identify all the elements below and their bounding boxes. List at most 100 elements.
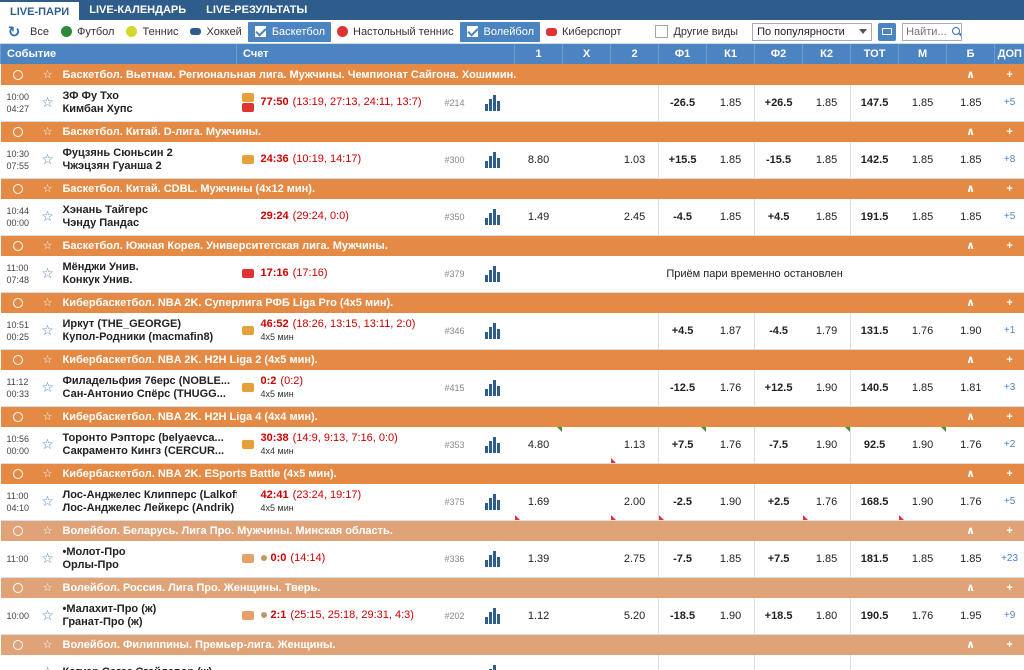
search-icon[interactable] — [951, 24, 961, 40]
add-icon[interactable]: + — [994, 463, 1024, 484]
league-name[interactable]: Кибербаскетбол. NBA 2K. Суперлига РФБ Li… — [60, 292, 947, 313]
odds-cell[interactable]: -18.5 — [658, 598, 707, 635]
add-icon[interactable]: + — [994, 406, 1024, 427]
statistics-bars-icon[interactable] — [470, 142, 515, 179]
statistics-icon[interactable] — [241, 383, 254, 393]
collapse-chevron-up-icon[interactable]: ∧ — [946, 121, 995, 142]
favorite-star-icon[interactable]: ☆ — [34, 142, 61, 179]
odds-cell[interactable]: 1.90 — [898, 427, 947, 464]
collapse-chevron-up-icon[interactable]: ∧ — [946, 406, 995, 427]
odds-cell[interactable]: 1.69 — [514, 484, 563, 521]
odds-cell[interactable]: -7.5 — [658, 541, 707, 578]
odds-cell[interactable]: 1.85 — [706, 199, 755, 236]
collapse-chevron-up-icon[interactable]: ∧ — [946, 349, 995, 370]
add-icon[interactable]: + — [994, 292, 1024, 313]
statistics-bars-icon[interactable] — [470, 199, 515, 236]
favorite-star-icon[interactable]: ☆ — [34, 634, 61, 655]
odds-cell[interactable]: 142.5 — [850, 142, 899, 179]
teams[interactable]: ЗФ Фу Тхо Кимбан Хупс — [60, 85, 237, 122]
odds-cell[interactable]: 1.85 — [802, 85, 851, 122]
odds-cell[interactable]: 190.5 — [850, 598, 899, 635]
filter-table-tennis[interactable]: Настольный теннис — [331, 22, 460, 42]
favorite-star-icon[interactable]: ☆ — [34, 256, 61, 293]
odds-cell[interactable]: 1.85 — [946, 541, 995, 578]
favorite-star-icon[interactable]: ☆ — [34, 292, 61, 313]
favorite-star-icon[interactable]: ☆ — [34, 598, 61, 635]
event-row[interactable]: 10:00 ☆ •Малахит-Про (ж) Гранат-Про (ж) 2:1(… — [0, 598, 1024, 635]
odds-cell[interactable]: -2.5 — [658, 484, 707, 521]
video-icon[interactable] — [241, 269, 254, 279]
event-row[interactable]: 10:44 00:00 ☆ Хэнань Тайгерс Чэнду Пандас 29:… — [0, 199, 1024, 236]
add-icon[interactable]: + — [994, 520, 1024, 541]
tv-button[interactable] — [878, 22, 897, 41]
odds-cell[interactable]: 1.39 — [514, 541, 563, 578]
odds-cell[interactable]: -26.5 — [658, 85, 707, 122]
odds-cell[interactable]: 1.76 — [802, 484, 851, 521]
header-col-9[interactable]: Б — [946, 44, 995, 64]
odds-cell[interactable]: 1.90 — [802, 370, 851, 407]
odds-cell[interactable]: 1.85 — [946, 199, 995, 236]
odds-cell[interactable]: +4.5 — [658, 313, 707, 350]
filter-other[interactable]: Другие виды — [649, 22, 744, 42]
teams[interactable]: Торонто Рэпторс (belyaevca... Сакраменто … — [60, 427, 237, 464]
statistics-bars-icon[interactable] — [470, 370, 515, 407]
header-col-2[interactable]: 2 — [610, 44, 659, 64]
odds-cell[interactable]: 1.85 — [706, 142, 755, 179]
more-bets-button[interactable]: +3 — [994, 370, 1024, 407]
odds-cell[interactable]: 1.49 — [514, 199, 563, 236]
odds-cell[interactable]: 1.76 — [706, 427, 755, 464]
more-bets-button[interactable] — [994, 256, 1024, 293]
more-bets-button[interactable]: +8 — [994, 142, 1024, 179]
favorite-star-icon[interactable]: ☆ — [34, 178, 61, 199]
collapse-chevron-up-icon[interactable]: ∧ — [946, 577, 995, 598]
scoreboard-icon[interactable] — [241, 611, 254, 621]
sort-select[interactable]: По популярности — [752, 22, 873, 41]
teams[interactable]: •Малахит-Про (ж) Гранат-Про (ж) — [60, 598, 237, 635]
teams[interactable]: Хэнань Тайгерс Чэнду Пандас — [60, 199, 237, 236]
league-name[interactable]: Кибербаскетбол. NBA 2K. H2H Liga 4 (4x4 … — [60, 406, 947, 427]
odds-cell[interactable]: +7.5 — [754, 541, 803, 578]
league-name[interactable]: Кибербаскетбол. NBA 2K. H2H Liga 2 (4x5 … — [60, 349, 947, 370]
odds-cell[interactable]: 131.5 — [850, 313, 899, 350]
more-bets-button[interactable] — [994, 655, 1024, 670]
odds-cell[interactable]: 1.81 — [946, 370, 995, 407]
more-bets-button[interactable]: +5 — [994, 85, 1024, 122]
odds-cell[interactable]: +26.5 — [754, 85, 803, 122]
odds-cell[interactable]: 1.85 — [898, 541, 947, 578]
favorite-star-icon[interactable]: ☆ — [34, 484, 61, 521]
odds-cell[interactable]: -4.5 — [754, 313, 803, 350]
odds-cell[interactable]: 1.76 — [898, 598, 947, 635]
header-col-0[interactable]: 1 — [514, 44, 563, 64]
collapse-chevron-up-icon[interactable]: ∧ — [946, 178, 995, 199]
statistics-icon[interactable] — [241, 155, 254, 165]
odds-cell[interactable]: 181.5 — [850, 541, 899, 578]
event-row[interactable]: 11:00 04:10 ☆ Лос-Анджелес Клипперс (Lalkof… — [0, 484, 1024, 521]
event-row[interactable]: 10:30 07:55 ☆ Фуцзянь Сюньсин 2 Чжэцзян Гуан… — [0, 142, 1024, 179]
event-row[interactable]: 10:51 00:25 ☆ Иркут (THE_GEORGE) Купол-Родни… — [0, 313, 1024, 350]
collapse-chevron-up-icon[interactable]: ∧ — [946, 634, 995, 655]
header-col-7[interactable]: ТОТ — [850, 44, 899, 64]
odds-cell[interactable]: 168.5 — [850, 484, 899, 521]
more-bets-button[interactable]: +2 — [994, 427, 1024, 464]
event-row[interactable]: 11:00 07:48 ☆ Мёнджи Унив. Конкук Унив. 17:16… — [0, 256, 1024, 293]
odds-cell[interactable]: 1.85 — [802, 541, 851, 578]
league-name[interactable]: Баскетбол. Китай. CDBL. Мужчины (4x12 ми… — [60, 178, 947, 199]
odds-cell[interactable]: 1.90 — [802, 427, 851, 464]
video-icon[interactable] — [241, 103, 254, 113]
statistics-bars-icon[interactable] — [470, 427, 515, 464]
odds-cell[interactable]: 1.85 — [802, 199, 851, 236]
teams[interactable]: Фуцзянь Сюньсин 2 Чжэцзян Гуанша 2 — [60, 142, 237, 179]
odds-cell[interactable]: -7.5 — [754, 427, 803, 464]
favorite-star-icon[interactable]: ☆ — [34, 370, 61, 407]
add-icon[interactable]: + — [994, 577, 1024, 598]
event-row[interactable]: ☆Кагуар Сагаз Сгайдавор (ж) — [0, 655, 1024, 670]
search-input[interactable] — [903, 23, 952, 40]
more-bets-button[interactable]: +9 — [994, 598, 1024, 635]
basketball-checkbox[interactable] — [253, 25, 267, 38]
odds-cell[interactable]: 1.85 — [898, 199, 947, 236]
league-name[interactable]: Баскетбол. Вьетнам. Региональная лига. М… — [60, 64, 947, 85]
header-col-3[interactable]: Ф1 — [658, 44, 707, 64]
odds-cell[interactable]: +15.5 — [658, 142, 707, 179]
league-name[interactable]: Баскетбол. Южная Корея. Университетская … — [60, 235, 947, 256]
favorite-star-icon[interactable]: ☆ — [34, 520, 61, 541]
